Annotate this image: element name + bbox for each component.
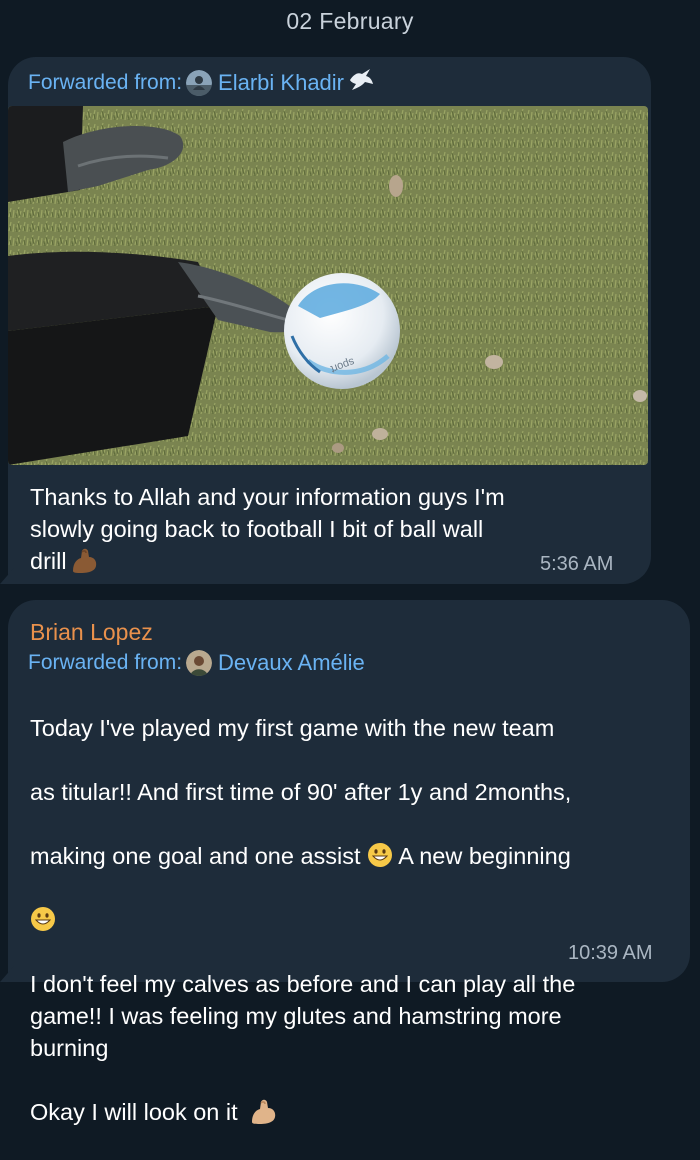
dove-icon <box>348 68 374 98</box>
avatar-elarbi[interactable] <box>186 70 213 96</box>
message-line: Today I've played my first game with the… <box>30 715 555 741</box>
forwarded-name[interactable]: Devaux Amélie <box>218 650 365 676</box>
message-rest: I don't feel my calves as before and I c… <box>30 971 576 1125</box>
flexed-biceps-emoji <box>252 1099 276 1124</box>
bubble-tail <box>0 568 14 584</box>
grinning-emoji <box>31 907 55 931</box>
avatar-devaux[interactable] <box>186 650 213 676</box>
sender-name[interactable]: Brian Lopez <box>30 619 153 646</box>
message-text-1: Thanks to Allah and your information guy… <box>30 484 505 574</box>
message-line <box>30 904 575 936</box>
message-line: as titular!! And first time of 90' after… <box>30 779 572 805</box>
forwarded-header-1[interactable]: Forwarded from: Elarbi Khadir <box>28 68 374 98</box>
bubble-tail <box>0 966 14 982</box>
forwarded-label: Forwarded from: <box>28 651 183 674</box>
flexed-biceps-emoji <box>72 548 96 573</box>
grinning-emoji <box>368 843 393 867</box>
forwarded-label: Forwarded from: <box>28 71 183 94</box>
message-photo[interactable]: sport <box>8 106 648 465</box>
forwarded-header-2[interactable]: Forwarded from: Devaux Amélie <box>28 650 365 676</box>
date-header: 02 February <box>286 8 414 34</box>
forwarded-name[interactable]: Elarbi Khadir <box>218 70 344 96</box>
message-text-2: Today I've played my first game with the… <box>30 680 575 1160</box>
message-time-1: 5:36 AM <box>540 553 614 575</box>
message-line: making one goal and one assist A new beg… <box>30 843 571 869</box>
message-time-2: 10:39 AM <box>568 942 653 964</box>
